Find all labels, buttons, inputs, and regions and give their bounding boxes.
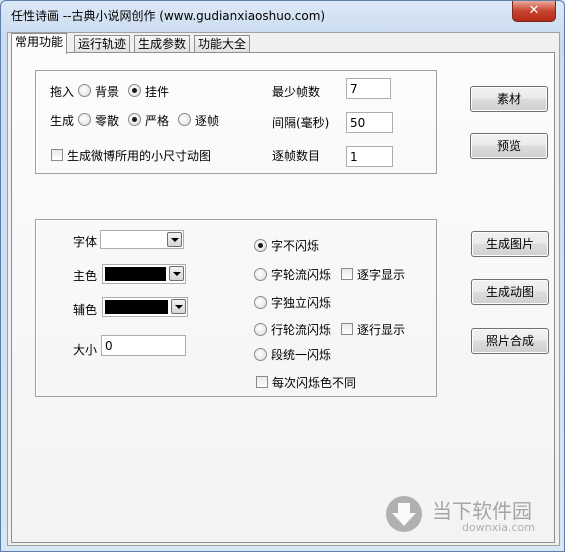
title-bar: 任性诗画 --古典小说网创作 (www.gudianxiaoshuo.com) …	[1, 1, 564, 31]
radio-strict[interactable]	[128, 113, 141, 126]
client-area: 常用功能 运行轨迹 生成参数 功能大全 拖入 背景 挂件 生成 零散 严格 逐帧	[7, 32, 560, 546]
different-color-checkbox[interactable]	[256, 376, 268, 388]
radio-char-independent-flash-label: 字独立闪烁	[271, 296, 332, 310]
min-frames-label: 最少帧数	[272, 85, 321, 99]
watermark-text: 当下软件园	[432, 499, 532, 523]
line-by-line-checkbox[interactable]	[341, 323, 353, 335]
line-by-line-label: 逐行显示	[357, 323, 406, 337]
radio-background[interactable]	[78, 84, 91, 97]
tab-common[interactable]: 常用功能	[11, 33, 68, 54]
aux-color-swatch	[105, 300, 168, 314]
main-color-label: 主色	[73, 269, 98, 283]
material-button[interactable]: 素材	[470, 86, 548, 112]
radio-char-rotate-flash[interactable]	[254, 268, 267, 281]
radio-line-rotate-flash[interactable]	[254, 323, 267, 336]
radio-pendant-label: 挂件	[145, 85, 170, 99]
chevron-down-icon	[169, 266, 184, 281]
radio-char-independent-flash[interactable]	[254, 296, 267, 309]
main-color-combo[interactable]	[102, 264, 186, 284]
size-label: 大小	[73, 343, 98, 357]
interval-input[interactable]: 50	[346, 112, 393, 133]
preview-button[interactable]: 预览	[470, 133, 548, 159]
min-frames-input[interactable]: 7	[346, 78, 391, 99]
app-window: 任性诗画 --古典小说网创作 (www.gudianxiaoshuo.com) …	[0, 0, 565, 552]
weibo-small-gif-checkbox[interactable]	[51, 149, 63, 161]
font-combo[interactable]	[100, 230, 184, 249]
generate-image-button[interactable]: 生成图片	[471, 231, 549, 257]
aux-color-combo[interactable]	[102, 297, 188, 317]
text-style-group: 字体 主色 辅色 大小 0 字不闪烁 字轮流闪烁 逐字显示 字独立闪烁 行轮流闪…	[35, 219, 437, 397]
radio-background-label: 背景	[95, 85, 120, 99]
radio-no-flash[interactable]	[254, 239, 267, 252]
radio-pendant[interactable]	[128, 84, 141, 97]
tab-panel-common: 拖入 背景 挂件 生成 零散 严格 逐帧 生成微博所用的小尺寸动图 最少帧数 7…	[11, 52, 555, 543]
radio-scattered-label: 零散	[95, 114, 120, 128]
radio-frame-by-frame[interactable]	[178, 113, 191, 126]
radio-frame-by-frame-label: 逐帧	[195, 114, 220, 128]
weibo-small-gif-label: 生成微博所用的小尺寸动图	[67, 149, 212, 163]
radio-paragraph-flash[interactable]	[254, 348, 267, 361]
interval-label: 间隔(毫秒)	[272, 116, 330, 130]
generate-label: 生成	[50, 114, 75, 128]
tab-all-functions[interactable]: 功能大全	[194, 35, 251, 53]
tab-trajectory[interactable]: 运行轨迹	[74, 35, 131, 53]
tab-gen-params[interactable]: 生成参数	[134, 35, 191, 53]
radio-no-flash-label: 字不闪烁	[271, 239, 320, 253]
radio-char-rotate-flash-label: 字轮流闪烁	[271, 268, 332, 282]
photo-compose-button[interactable]: 照片合成	[471, 328, 549, 354]
generation-group: 拖入 背景 挂件 生成 零散 严格 逐帧 生成微博所用的小尺寸动图 最少帧数 7…	[35, 70, 437, 174]
font-label: 字体	[73, 235, 98, 249]
insert-label: 拖入	[50, 85, 75, 99]
radio-line-rotate-flash-label: 行轮流闪烁	[271, 323, 332, 337]
char-by-char-label: 逐字显示	[357, 268, 406, 282]
close-button[interactable]: ✕	[512, 1, 556, 22]
watermark-logo: 当下软件园 downxia.com	[382, 489, 552, 539]
char-by-char-checkbox[interactable]	[341, 268, 353, 280]
size-input[interactable]: 0	[101, 335, 186, 356]
radio-strict-label: 严格	[145, 114, 170, 128]
watermark-url: downxia.com	[462, 521, 535, 534]
per-frame-count-label: 逐帧数目	[272, 149, 321, 163]
radio-scattered[interactable]	[78, 113, 91, 126]
radio-paragraph-flash-label: 段统一闪烁	[271, 348, 332, 362]
aux-color-label: 辅色	[73, 303, 98, 317]
chevron-down-icon	[167, 232, 182, 247]
different-color-label: 每次闪烁色不同	[272, 376, 357, 390]
chevron-down-icon	[171, 299, 186, 314]
generate-animation-button[interactable]: 生成动图	[471, 279, 549, 305]
main-color-swatch	[105, 267, 166, 281]
window-title: 任性诗画 --古典小说网创作 (www.gudianxiaoshuo.com)	[11, 9, 326, 23]
per-frame-count-input[interactable]: 1	[346, 146, 393, 167]
